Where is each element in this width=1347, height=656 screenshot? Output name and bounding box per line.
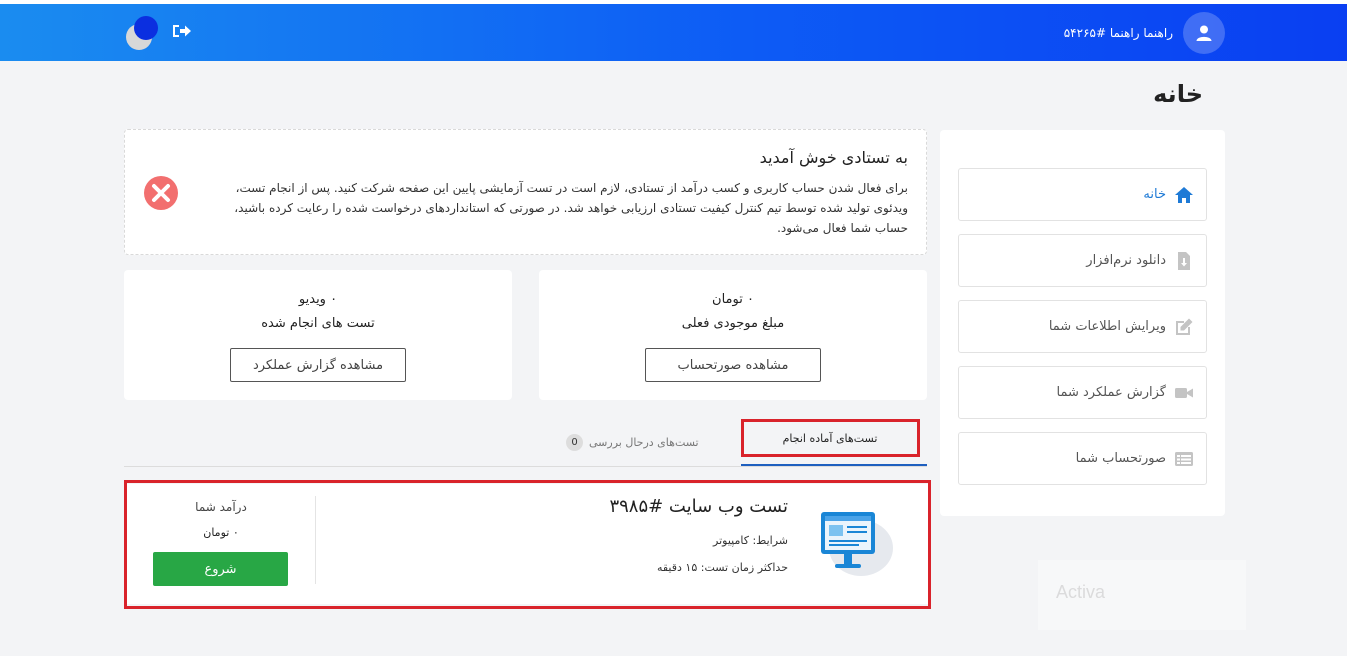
- watermark-text: Activa: [1056, 582, 1106, 602]
- balance-card: ۰ تومان مبلغ موجودی فعلی مشاهده صورتحساب: [539, 270, 927, 400]
- highlight-box-tab: [741, 419, 920, 457]
- view-invoice-button[interactable]: مشاهده صورتحساب: [645, 348, 821, 382]
- sidebar-item-label: دانلود نرم‌افزار: [1086, 253, 1166, 268]
- sidebar-item-edit-profile[interactable]: ویرایش اطلاعات شما: [958, 300, 1207, 353]
- tests-done-value: ۰ ویدیو: [298, 292, 338, 307]
- count-badge: 0: [566, 433, 583, 451]
- sidebar-item-label: گزارش عملکرد شما: [1056, 385, 1166, 400]
- sidebar-item-home[interactable]: خانه: [958, 168, 1207, 221]
- balance-value: ۰ تومان: [712, 292, 754, 307]
- sidebar: خانه دانلود نرم‌افزار ویرایش اطلاعات شما…: [940, 130, 1225, 516]
- welcome-text: برای فعال شدن حساب کاربری و کسب درآمد از…: [234, 181, 908, 235]
- welcome-title: به تستادی خوش آمدید: [759, 148, 908, 167]
- home-icon: [1175, 186, 1193, 203]
- logout-icon[interactable]: [172, 22, 192, 40]
- sidebar-item-performance-report[interactable]: گزارش عملکرد شما: [958, 366, 1207, 419]
- active-tab-underline: [741, 464, 927, 466]
- top-navbar: راهنما راهنما #۵۴۲۶۵: [0, 4, 1347, 61]
- sidebar-item-label: صورتحساب شما: [1075, 451, 1166, 466]
- view-performance-report-button[interactable]: مشاهده گزارش عملکرد: [230, 348, 406, 382]
- page-title: خانه: [1153, 80, 1203, 108]
- user-icon: [1196, 25, 1212, 41]
- balance-label: مبلغ موجودی فعلی: [681, 316, 785, 331]
- welcome-alert: به تستادی خوش آمدید برای فعال شدن حساب ک…: [124, 129, 927, 255]
- edit-icon: [1176, 318, 1193, 335]
- tabs-divider: [124, 466, 927, 467]
- dark-mode-moon-icon[interactable]: [124, 16, 160, 52]
- user-name: راهنما راهنما #۵۴۲۶۵: [1063, 26, 1173, 40]
- video-icon: [1175, 387, 1193, 398]
- user-menu[interactable]: راهنما راهنما #۵۴۲۶۵: [1064, 12, 1225, 54]
- sidebar-item-label: ویرایش اطلاعات شما: [1048, 319, 1166, 334]
- user-avatar[interactable]: [1183, 12, 1225, 54]
- tests-done-label: تست های انجام شده: [261, 316, 375, 331]
- tab-under-review-tests[interactable]: تست‌های درحال بررسی 0: [566, 433, 700, 451]
- close-icon[interactable]: [143, 175, 179, 211]
- sidebar-item-label: خانه: [1143, 187, 1166, 202]
- activation-watermark: Activa: [1038, 560, 1246, 630]
- list-icon: [1175, 451, 1193, 466]
- sidebar-item-invoice[interactable]: صورتحساب شما: [958, 432, 1207, 485]
- highlight-box-test-card: [124, 480, 931, 609]
- tests-done-card: ۰ ویدیو تست های انجام شده مشاهده گزارش ع…: [124, 270, 512, 400]
- sidebar-item-download-software[interactable]: دانلود نرم‌افزار: [958, 234, 1207, 287]
- file-download-icon: [1178, 251, 1190, 270]
- tab-label: تست‌های درحال بررسی: [589, 435, 699, 449]
